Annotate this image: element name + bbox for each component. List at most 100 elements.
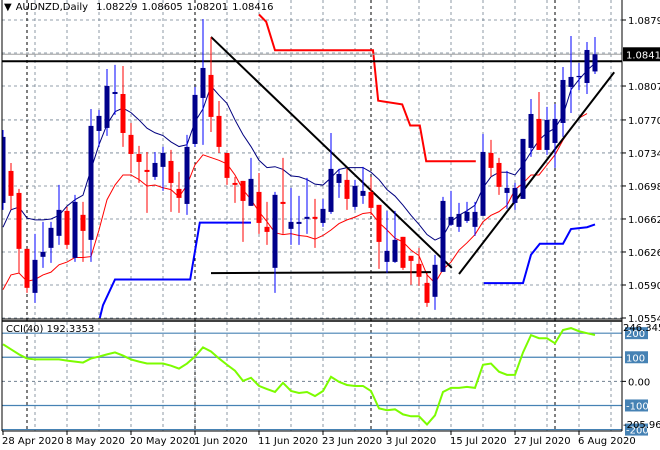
candle	[400, 236, 406, 270]
candle	[208, 36, 214, 132]
cci-max-label: 246.3458	[623, 323, 660, 334]
candle-body	[280, 201, 286, 204]
candle-body	[400, 236, 406, 268]
candle-body	[384, 250, 390, 262]
candle-body	[112, 91, 118, 94]
candle	[184, 134, 190, 215]
candle-body	[184, 146, 190, 204]
current-price-label: 1.08416	[626, 50, 660, 61]
main-plot[interactable]	[0, 13, 622, 319]
candle	[464, 201, 470, 223]
candle-body	[472, 211, 478, 227]
candle-body	[584, 49, 590, 83]
candle-body	[136, 153, 142, 162]
candle	[32, 233, 38, 303]
candle-body	[24, 248, 30, 288]
candle	[104, 68, 110, 136]
x-tick-label: 28 Apr 2020	[2, 436, 64, 447]
y-tick-label: 1.06620	[628, 215, 660, 226]
candle-body	[344, 179, 350, 199]
candle	[352, 179, 358, 210]
candle-body	[512, 187, 518, 203]
candle-body	[456, 213, 462, 227]
candle-body	[528, 113, 534, 148]
candle	[144, 151, 150, 213]
x-tick-label: 15 Jul 2020	[450, 436, 507, 447]
candle-body	[488, 152, 494, 168]
candle	[192, 86, 198, 147]
cci-label: CCI(40) 192.3353	[6, 324, 95, 335]
candle-body	[312, 216, 318, 219]
candle-body	[88, 125, 94, 240]
candle-body	[376, 204, 382, 242]
candle-body	[128, 134, 134, 154]
candle-body	[568, 76, 574, 87]
support-line[interactable]	[210, 271, 432, 275]
candle-body	[352, 185, 358, 207]
candle	[568, 35, 574, 113]
candle	[112, 64, 118, 115]
upper-channel-line	[258, 13, 476, 163]
candle-body	[328, 168, 334, 212]
candle-body	[232, 182, 238, 185]
candle-body	[448, 216, 454, 225]
candle-body	[520, 138, 526, 199]
candle-body	[64, 210, 70, 245]
candle-body	[320, 208, 326, 223]
candle-body	[496, 162, 502, 187]
candle-body	[168, 160, 174, 183]
candle-body	[40, 251, 46, 257]
candle-body	[504, 187, 510, 193]
candle-body	[8, 170, 14, 196]
x-tick-label: 27 Jul 2020	[514, 436, 571, 447]
candle	[120, 65, 126, 147]
candle-body	[576, 75, 582, 78]
candle	[552, 103, 558, 168]
open-value: 1.08229	[96, 2, 138, 13]
candle-body	[408, 255, 414, 261]
candle	[528, 98, 534, 157]
cci-plot[interactable]	[2, 327, 622, 431]
candle	[592, 36, 598, 75]
candle	[152, 151, 158, 180]
candle-body	[424, 282, 430, 303]
y-tick-label: 1.07700	[628, 116, 660, 127]
candle	[240, 180, 246, 242]
triangle-down-icon[interactable]: ▼	[4, 2, 12, 13]
candle-body	[96, 115, 102, 131]
candle	[496, 157, 502, 195]
lower-channel-line	[483, 223, 596, 285]
symbol-label: AUDNZD,Daily	[15, 2, 89, 13]
x-tick-label: 3 Jul 2020	[386, 436, 436, 447]
candle-body	[216, 115, 222, 147]
candle-body	[536, 118, 542, 150]
chart-header: ▼ AUDNZD,Daily 1.08229 1.08605 1.08201 1.0841…	[4, 2, 278, 13]
candle-body	[104, 85, 110, 128]
candle	[56, 184, 62, 245]
candle-body	[560, 79, 566, 123]
candle	[136, 145, 142, 183]
y-tick-label: 1.06260	[628, 248, 660, 259]
candle	[24, 248, 30, 293]
cci-min-label: -205.963	[623, 420, 660, 431]
candle	[456, 202, 462, 232]
candle	[160, 146, 166, 191]
candle-body	[432, 264, 438, 297]
candle-body	[552, 118, 558, 143]
candle	[232, 176, 238, 203]
candle	[336, 168, 342, 198]
candle-body	[416, 263, 422, 277]
candle	[272, 191, 278, 293]
cci-level-label: 100	[626, 353, 645, 364]
y-tick-label: 1.08070	[628, 82, 660, 93]
candle	[320, 198, 326, 227]
price-chart: 1.08790 1.08070 1.07700 1.07340 1.06980 1.066…	[0, 0, 660, 447]
candle	[328, 132, 334, 214]
y-tick-label: 1.08790	[628, 16, 660, 27]
close-value: 1.08416	[232, 2, 274, 13]
candle	[40, 221, 46, 268]
candle-body	[48, 227, 54, 248]
candle	[8, 162, 14, 210]
candle	[448, 190, 454, 226]
candle-body	[464, 211, 470, 221]
